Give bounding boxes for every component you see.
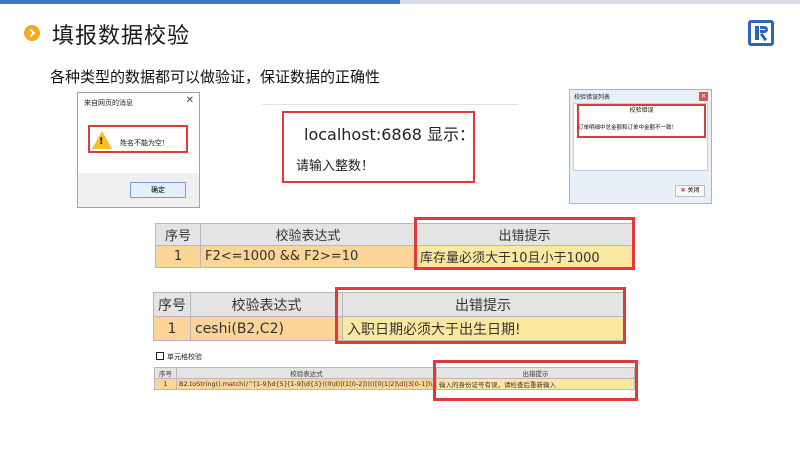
error-heading: 校验错误 xyxy=(629,107,654,114)
webpage-message-dialog: 来自网页的消息 ✕ ! 姓名不能为空！ 确定 xyxy=(77,92,200,208)
cell-index: 1 xyxy=(155,245,201,268)
highlight-frame xyxy=(433,360,638,401)
warning-mark: ! xyxy=(99,136,104,147)
cell-expression: F2<=1000 && F2>=10 xyxy=(200,245,416,268)
header-expression: 校验表达式 xyxy=(176,367,437,379)
error-line: 订单明细中总金额和订单中金额不一致！ xyxy=(578,125,678,131)
caption-text: 单元格校验 xyxy=(167,353,202,361)
top-accent-bar xyxy=(0,0,400,4)
page-subtitle: 各种类型的数据都可以做验证，保证数据的正确性 xyxy=(50,68,381,86)
page-title: 填报数据校验 xyxy=(52,24,191,49)
header-index: 序号 xyxy=(155,223,201,246)
highlight-frame xyxy=(335,287,626,344)
alert-message: 请输入整数！ xyxy=(296,159,375,174)
header-expression: 校验表达式 xyxy=(190,292,343,317)
top-gray-bar xyxy=(400,0,800,4)
alert-host: localhost:6868 显示： xyxy=(304,125,476,144)
cell-expression: ceshi(B2,C2) xyxy=(190,316,343,341)
highlight-frame xyxy=(414,217,635,270)
dialog-caption: 校验错误列表 xyxy=(574,94,611,101)
header-index: 序号 xyxy=(154,367,177,379)
header-index: 序号 xyxy=(153,292,191,317)
close-icon[interactable]: × xyxy=(699,92,708,101)
cell-index: 1 xyxy=(154,378,177,390)
close-button-label: 关闭 xyxy=(687,187,700,194)
localhost-alert-dialog: localhost:6868 显示： 请输入整数！ xyxy=(262,104,518,192)
dialog-footer: 确定 xyxy=(78,173,199,207)
close-icon[interactable]: ✕ xyxy=(186,95,194,106)
error-list-dialog: 校验错误列表 × 校验错误 订单明细中总金额和订单中金额不一致！ ✖ 关闭 xyxy=(569,89,712,204)
title-bullet-icon xyxy=(24,25,40,41)
brand-logo-icon xyxy=(748,20,774,46)
ok-button[interactable]: 确定 xyxy=(130,182,186,198)
dialog-message: 姓名不能为空！ xyxy=(120,139,169,147)
close-button[interactable]: ✖ 关闭 xyxy=(675,185,705,197)
cell-expression: B2.toString().match(/^[1-9]\d{5}[1-9]\d{… xyxy=(176,378,437,390)
panel-icon xyxy=(156,352,164,360)
cell-index: 1 xyxy=(153,316,191,341)
header-expression: 校验表达式 xyxy=(200,223,416,246)
close-x-icon: ✖ xyxy=(680,187,686,194)
cell-validation-caption: 单元格校验 xyxy=(156,352,202,362)
dialog-caption: 来自网页的消息 xyxy=(84,99,133,107)
